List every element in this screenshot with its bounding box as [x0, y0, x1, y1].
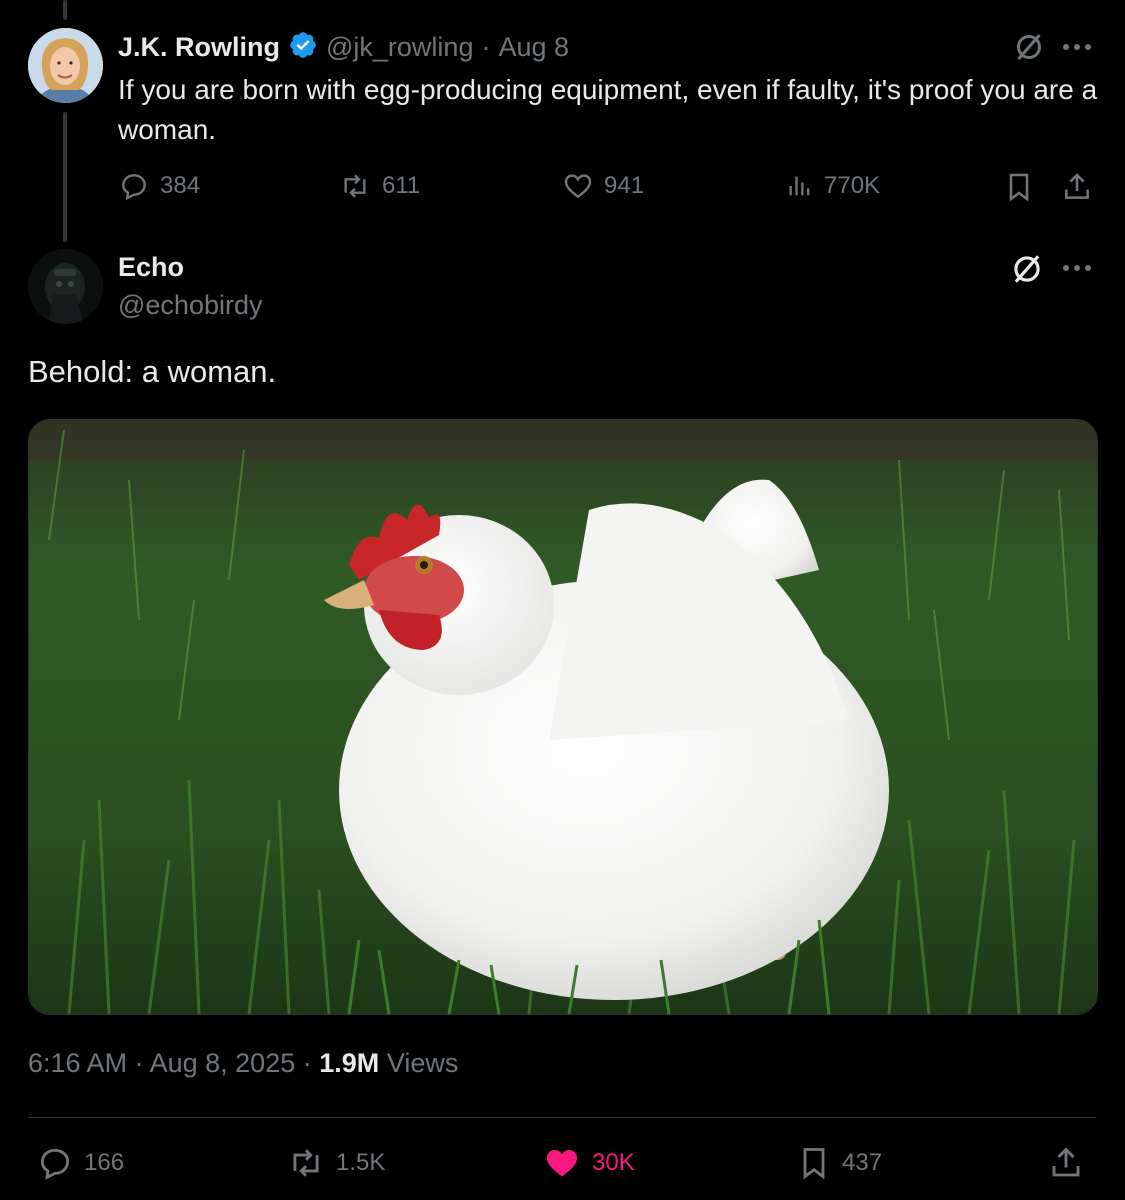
- share-icon[interactable]: [1061, 170, 1093, 204]
- like-count: 941: [604, 172, 645, 199]
- divider: [28, 1117, 1096, 1118]
- tweet-timestamp: 6:16 AM · Aug 8, 2025 · 1.9M Views: [28, 1048, 458, 1079]
- share-icon[interactable]: [1048, 1144, 1084, 1182]
- tweet-time[interactable]: 6:16 AM: [28, 1048, 127, 1078]
- author-handle[interactable]: @echobirdy: [118, 290, 262, 321]
- tweet-date[interactable]: Aug 8: [498, 32, 569, 63]
- bookmark-count: 437: [842, 1149, 883, 1176]
- reply-button[interactable]: 384: [118, 170, 200, 202]
- like-icon: [562, 170, 594, 202]
- grok-icon[interactable]: [1008, 250, 1046, 288]
- separator-dot: ·: [481, 32, 491, 62]
- views-count: 770K: [824, 172, 881, 199]
- tweet-date[interactable]: Aug 8, 2025: [150, 1048, 296, 1078]
- thread-line: [63, 112, 67, 242]
- parent-header: J.K. Rowling @jk_rowling · Aug 8: [118, 30, 569, 65]
- repost-count: 611: [382, 172, 421, 199]
- reply-icon: [118, 170, 150, 202]
- bookmark-icon: [796, 1144, 832, 1182]
- verified-badge-icon: [288, 30, 318, 65]
- thread-line-top: [63, 0, 67, 20]
- like-button[interactable]: 30K: [542, 1144, 635, 1182]
- repost-icon: [338, 170, 372, 202]
- avatar[interactable]: [28, 249, 103, 324]
- author-name[interactable]: J.K. Rowling: [118, 32, 280, 63]
- views-total: 1.9M: [319, 1048, 380, 1078]
- reply-icon: [36, 1144, 74, 1182]
- reply-count: 384: [160, 172, 201, 199]
- author-handle[interactable]: @jk_rowling: [326, 32, 473, 63]
- separator-dot: ·: [302, 1048, 312, 1078]
- tweet-text: Behold: a woman.: [28, 354, 277, 389]
- tweet-media-image[interactable]: [28, 419, 1098, 1015]
- views-button[interactable]: 770K: [786, 170, 880, 202]
- bookmark-icon[interactable]: [1003, 170, 1035, 204]
- like-icon: [542, 1144, 582, 1182]
- separator-dot: ·: [134, 1048, 144, 1078]
- like-button[interactable]: 941: [562, 170, 644, 202]
- views-icon: [786, 170, 814, 202]
- reply-button[interactable]: 166: [36, 1144, 124, 1182]
- avatar[interactable]: [28, 28, 103, 103]
- bookmark-button[interactable]: 437: [796, 1144, 882, 1182]
- repost-count: 1.5K: [336, 1149, 386, 1176]
- author-name[interactable]: Echo: [118, 252, 184, 283]
- repost-button[interactable]: 1.5K: [286, 1144, 385, 1182]
- more-icon[interactable]: [1060, 253, 1094, 283]
- hen-photo: [29, 420, 1097, 1014]
- repost-button[interactable]: 611: [338, 170, 420, 202]
- views-label: Views: [386, 1048, 459, 1078]
- reply-count: 166: [84, 1149, 125, 1176]
- like-count: 30K: [592, 1149, 635, 1176]
- more-icon[interactable]: [1060, 32, 1094, 62]
- grok-icon[interactable]: [1011, 29, 1047, 65]
- tweet-text: If you are born with egg-producing equip…: [118, 74, 1098, 145]
- repost-icon: [286, 1144, 326, 1182]
